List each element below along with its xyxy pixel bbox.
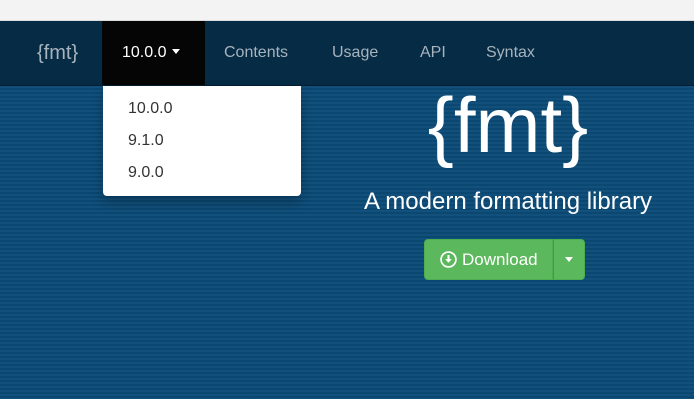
version-label: 10.0.0 <box>122 44 167 61</box>
download-button-group: Download <box>424 239 585 280</box>
nav-link-syntax[interactable]: Syntax <box>486 21 535 85</box>
browser-top-strip <box>0 0 694 21</box>
brand-link[interactable]: {fmt} <box>37 21 78 85</box>
download-button[interactable]: Download <box>424 239 553 280</box>
caret-down-icon <box>564 257 573 262</box>
hero-title: {fmt} <box>427 81 589 169</box>
nav-link-api[interactable]: API <box>420 21 446 85</box>
version-option-10-0-0[interactable]: 10.0.0 <box>103 93 301 125</box>
caret-down-icon <box>172 49 181 55</box>
nav-link-contents[interactable]: Contents <box>224 21 288 85</box>
download-dropdown-toggle[interactable] <box>552 239 585 280</box>
version-dropdown-menu: 10.0.0 9.1.0 9.0.0 <box>103 86 301 196</box>
nav-link-usage[interactable]: Usage <box>332 21 378 85</box>
navbar: {fmt} 10.0.0 Contents Usage API Syntax <box>0 21 694 86</box>
version-dropdown-toggle[interactable]: 10.0.0 <box>102 21 205 85</box>
download-circle-icon <box>440 251 457 268</box>
version-option-9-1-0[interactable]: 9.1.0 <box>103 125 301 157</box>
download-label: Download <box>462 249 538 269</box>
hero-subtitle: A modern formatting library <box>363 188 653 215</box>
version-option-9-0-0[interactable]: 9.0.0 <box>103 157 301 189</box>
